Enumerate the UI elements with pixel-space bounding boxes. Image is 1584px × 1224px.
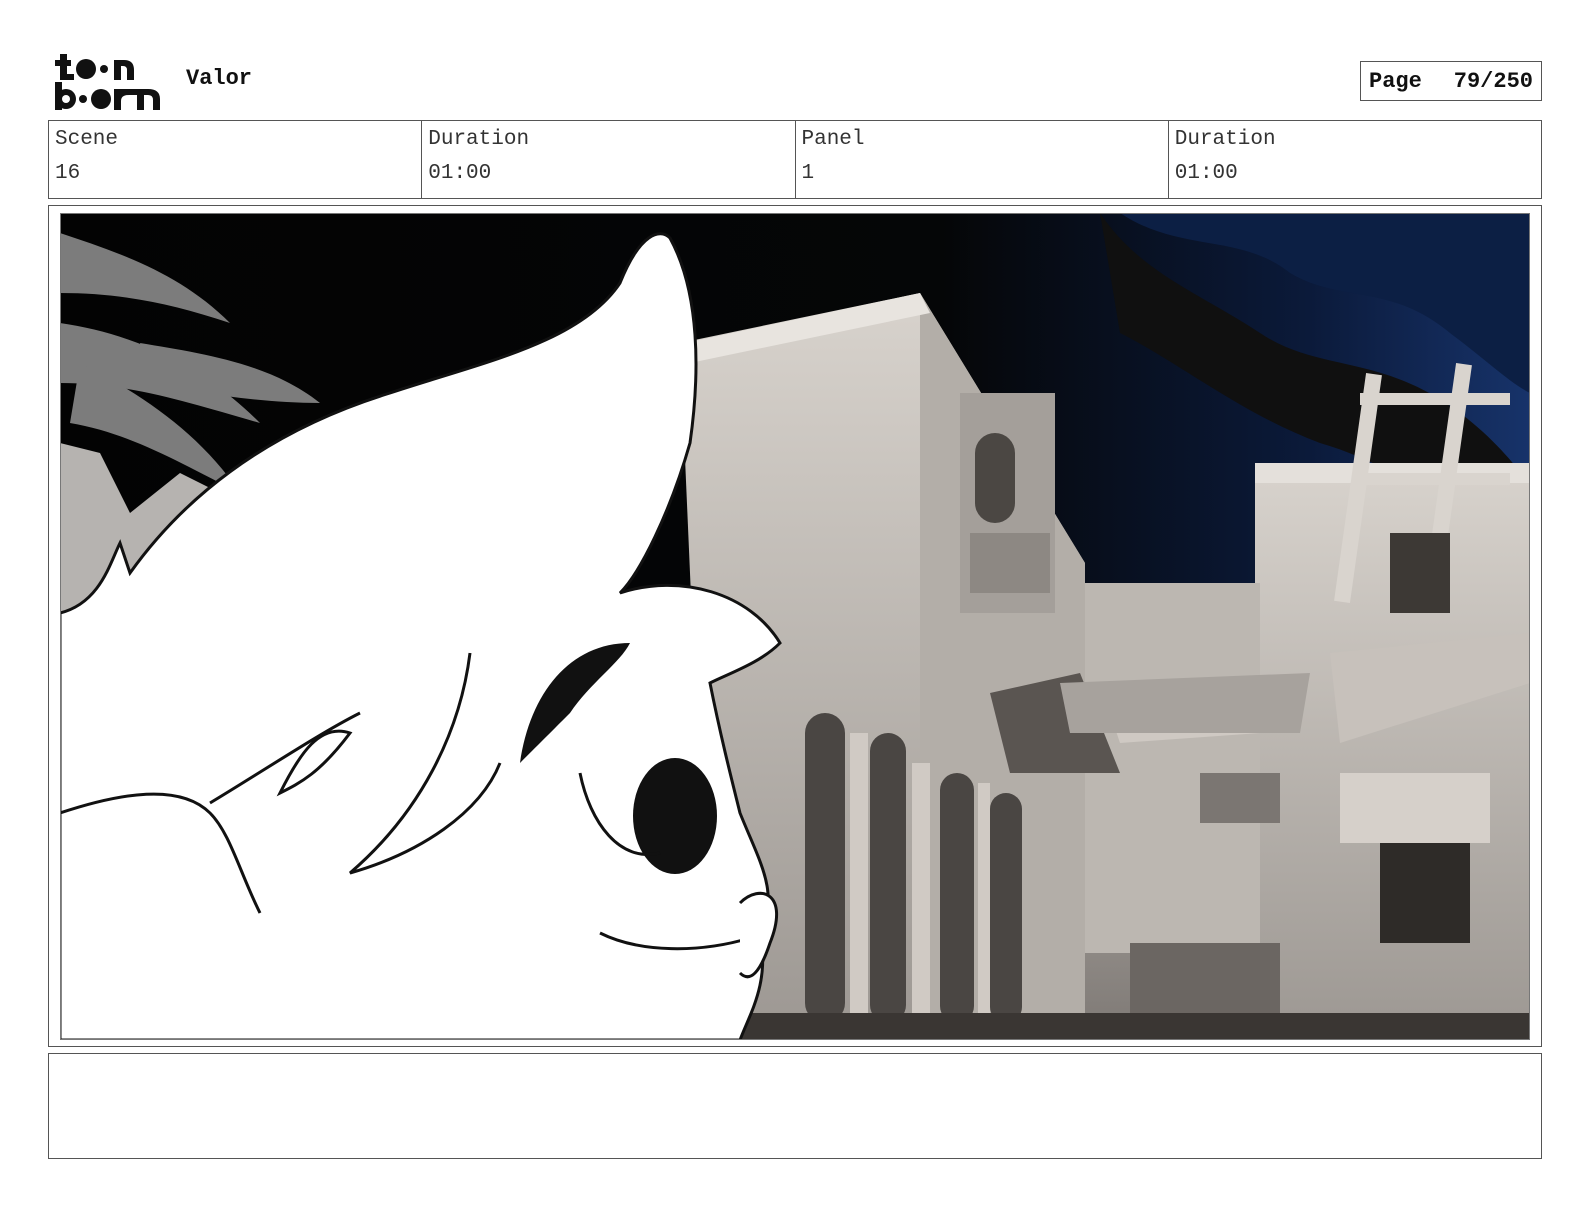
- scene-duration-value: 01:00: [428, 162, 492, 185]
- scene-cell: Scene 16: [49, 121, 423, 198]
- scene-label: Scene: [55, 128, 119, 151]
- panel-value: 1: [801, 162, 815, 185]
- panel-notes-box: [48, 1053, 1542, 1159]
- panel-cell: Panel 1: [796, 121, 1169, 198]
- scene-duration-label: Duration: [428, 128, 530, 151]
- panel-duration-label: Duration: [1174, 128, 1276, 151]
- page-label: Page: [1369, 68, 1422, 94]
- page-number: 79/250: [1453, 68, 1533, 94]
- toon-boom-logo: [52, 50, 164, 112]
- logo-graphic: [55, 54, 160, 110]
- project-title: Valor: [186, 66, 253, 91]
- scene-value: 16: [55, 162, 81, 185]
- panel-duration-value: 01:00: [1174, 162, 1238, 185]
- panel-label: Panel: [801, 128, 865, 151]
- storyboard-panel-image: [60, 213, 1530, 1040]
- panel-illustration: [60, 213, 1530, 1040]
- scene-info-table: Scene 16 Duration 01:00 Panel 1 Duration…: [48, 120, 1542, 199]
- page-indicator: Page 79/250: [1360, 61, 1542, 101]
- scene-duration-cell: Duration 01:00: [422, 121, 796, 198]
- panel-duration-cell: Duration 01:00: [1169, 121, 1541, 198]
